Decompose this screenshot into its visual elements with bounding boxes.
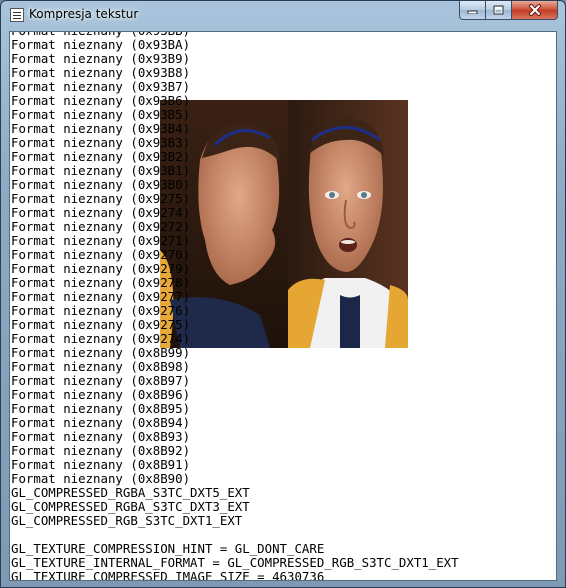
- log-line: Format nieznany (0x8B99): [11, 345, 191, 360]
- log-line: Format nieznany (0x9279): [11, 261, 191, 276]
- title-bar[interactable]: Kompresja tekstur: [1, 1, 565, 31]
- log-line: Format nieznany (0x9272): [11, 219, 191, 234]
- log-line: GL_TEXTURE_INTERNAL_FORMAT = GL_COMPRESS…: [11, 555, 459, 570]
- log-line: GL_COMPRESSED_RGBA_S3TC_DXT3_EXT: [11, 499, 250, 514]
- log-line: Format nieznany (0x93B3): [11, 135, 191, 150]
- log-line: Format nieznany (0x8B94): [11, 415, 191, 430]
- log-output: Format nieznany (0x93BB)Format nieznany …: [11, 32, 459, 581]
- client-area: Format nieznany (0x93BB)Format nieznany …: [9, 31, 557, 581]
- log-line: Format nieznany (0x8B93): [11, 429, 191, 444]
- log-line: Format nieznany (0x93B6): [11, 93, 191, 108]
- minimize-button[interactable]: [459, 1, 486, 20]
- log-line: Format nieznany (0x93BA): [11, 37, 191, 52]
- log-line: Format nieznany (0x8B96): [11, 387, 191, 402]
- log-line: Format nieznany (0x93B5): [11, 107, 191, 122]
- log-line: Format nieznany (0x93B8): [11, 65, 191, 80]
- log-line: Format nieznany (0x93B2): [11, 149, 191, 164]
- log-line: Format nieznany (0x8B91): [11, 457, 191, 472]
- log-line: Format nieznany (0x93B1): [11, 163, 191, 178]
- log-line: Format nieznany (0x8B95): [11, 401, 191, 416]
- log-line: Format nieznany (0x9275): [11, 191, 191, 206]
- log-line: Format nieznany (0x9274): [11, 205, 191, 220]
- log-line: Format nieznany (0x9270): [11, 247, 191, 262]
- app-window: Kompresja tekstur Format nieznany (0x93B…: [0, 0, 566, 588]
- window-title: Kompresja tekstur: [29, 7, 139, 21]
- log-line: Format nieznany (0x8B97): [11, 373, 191, 388]
- log-line: Format nieznany (0x8B98): [11, 359, 191, 374]
- log-line: Format nieznany (0x93B4): [11, 121, 191, 136]
- log-line: Format nieznany (0x9278): [11, 275, 191, 290]
- log-line: Format nieznany (0x93B7): [11, 79, 191, 94]
- log-line: Format nieznany (0x93B0): [11, 177, 191, 192]
- caption-buttons: [459, 1, 558, 21]
- log-line: Format nieznany (0x9271): [11, 233, 191, 248]
- log-line: Format nieznany (0x93B9): [11, 51, 191, 66]
- log-line: Format nieznany (0x9277): [11, 289, 191, 304]
- close-icon: [528, 4, 541, 16]
- app-icon[interactable]: [10, 8, 24, 22]
- close-button[interactable]: [512, 1, 558, 20]
- log-line: GL_COMPRESSED_RGBA_S3TC_DXT5_EXT: [11, 485, 250, 500]
- log-line: Format nieznany (0x8B92): [11, 443, 191, 458]
- log-line: GL_TEXTURE_COMPRESSION_HINT = GL_DONT_CA…: [11, 541, 325, 556]
- log-line: Format nieznany (0x9274): [11, 331, 191, 346]
- log-line: Format nieznany (0x9276): [11, 303, 191, 318]
- log-line: Format nieznany (0x8B90): [11, 471, 191, 486]
- log-line: GL_COMPRESSED_RGB_S3TC_DXT1_EXT: [11, 513, 243, 528]
- log-line: GL_TEXTURE_COMPRESSED_IMAGE_SIZE = 46307…: [11, 569, 325, 581]
- maximize-icon: [493, 5, 504, 15]
- log-line: Format nieznany (0x9275): [11, 317, 191, 332]
- minimize-icon: [467, 10, 478, 14]
- maximize-button[interactable]: [486, 1, 512, 20]
